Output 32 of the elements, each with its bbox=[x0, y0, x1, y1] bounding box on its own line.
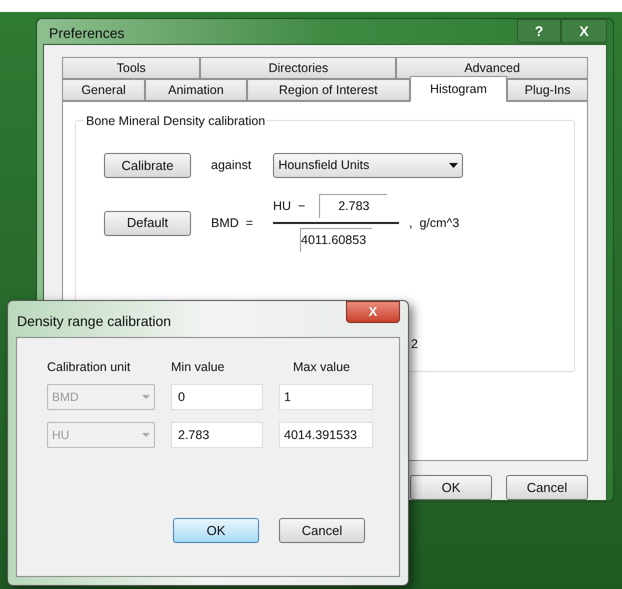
tab[interactable]: Region of Interest bbox=[246, 79, 410, 101]
bmd-label: BMD = bbox=[211, 214, 254, 232]
caret-icon bbox=[142, 433, 150, 437]
caret-icon bbox=[142, 395, 150, 399]
tab[interactable]: Directories bbox=[200, 57, 396, 79]
numerator-label: HU − bbox=[273, 198, 306, 215]
tab[interactable]: Tools bbox=[62, 57, 200, 79]
offset-field[interactable]: 2.783 bbox=[319, 194, 388, 218]
push-button[interactable]: Cancel bbox=[279, 518, 365, 543]
unit-label: , g/cm^3 bbox=[409, 214, 460, 232]
tab[interactable]: Animation bbox=[145, 79, 247, 101]
caret-icon bbox=[449, 163, 458, 168]
partial-text: 2 bbox=[411, 336, 418, 353]
help-button[interactable]: ? bbox=[517, 19, 561, 43]
push-button[interactable]: Default bbox=[104, 210, 191, 236]
against-label: against bbox=[211, 157, 252, 174]
tab[interactable]: General bbox=[62, 79, 146, 101]
unit-dropdown[interactable]: Hounsfield Units bbox=[273, 153, 464, 178]
push-button[interactable]: Calibrate bbox=[104, 153, 191, 178]
column-header: Min value bbox=[171, 359, 226, 376]
column-header: Max value bbox=[293, 359, 351, 376]
divisor-field[interactable]: 4011.60853 bbox=[300, 228, 372, 252]
tab[interactable]: Histogram bbox=[410, 76, 508, 102]
close-button[interactable]: X bbox=[561, 19, 607, 43]
tab[interactable]: Advanced bbox=[396, 57, 588, 79]
window-title: Preferences bbox=[49, 24, 124, 43]
column-header: Calibration unit bbox=[47, 359, 132, 376]
dialog-title: Density range calibration bbox=[17, 312, 172, 331]
push-button[interactable]: OK bbox=[173, 518, 259, 543]
push-button[interactable]: Cancel bbox=[506, 475, 588, 500]
push-button[interactable]: OK bbox=[410, 475, 492, 500]
tab[interactable]: Plug-Ins bbox=[507, 79, 588, 101]
